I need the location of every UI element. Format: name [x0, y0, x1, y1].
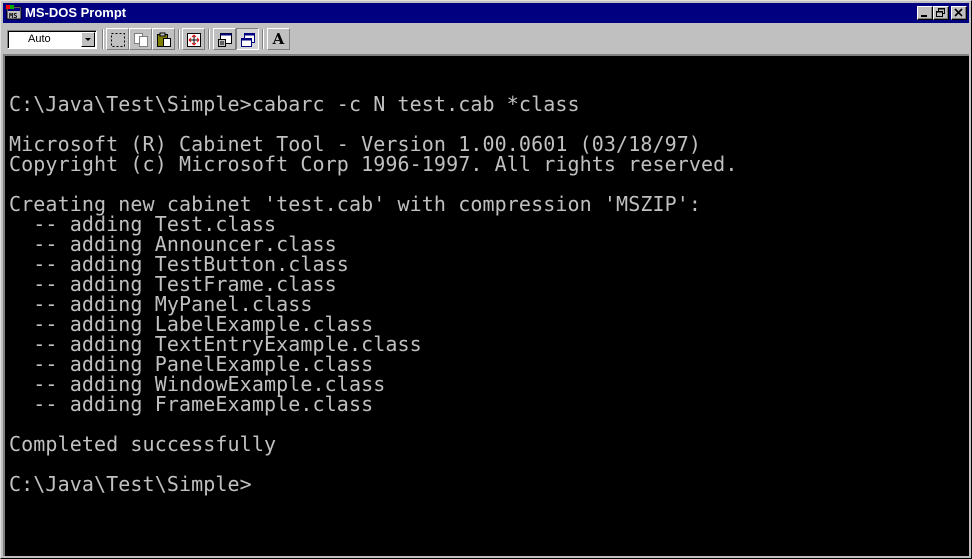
toolbar-separator: [262, 29, 264, 49]
close-icon: [954, 8, 963, 17]
toolbar-separator: [178, 29, 180, 49]
console-line: -- adding WindowExample.class: [9, 372, 386, 396]
console-line: -- adding PanelExample.class: [9, 352, 374, 376]
title-bar[interactable]: MS MS-DOS Prompt: [3, 3, 969, 23]
console-line: -- adding Test.class: [9, 212, 277, 236]
console-line: -- adding TestFrame.class: [9, 272, 337, 296]
fullscreen-icon: [187, 33, 201, 47]
window-title: MS-DOS Prompt: [25, 5, 127, 20]
minimize-icon: [921, 15, 927, 17]
console-lines: C:\Java\Test\Simple>cabarc -c N test.cab…: [9, 74, 737, 494]
fullscreen-tool-button[interactable]: [182, 28, 205, 50]
console-line: -- adding MyPanel.class: [9, 292, 313, 316]
console-line: Microsoft (R) Cabinet Tool - Version 1.0…: [9, 132, 702, 156]
font-icon: A: [272, 30, 285, 48]
font-size-value: Auto: [28, 33, 51, 45]
paste-icon: [157, 32, 171, 47]
console-line: -- adding LabelExample.class: [9, 312, 374, 336]
chevron-down-icon[interactable]: [81, 32, 95, 47]
console-output[interactable]: C:\Java\Test\Simple>cabarc -c N test.cab…: [3, 54, 969, 556]
mark-tool-button[interactable]: [106, 28, 129, 50]
svg-text:MS: MS: [9, 12, 17, 20]
console-line: -- adding FrameExample.class: [9, 392, 374, 416]
console-line: -- adding TestButton.class: [9, 252, 349, 276]
console-line: Creating new cabinet 'test.cab' with com…: [9, 192, 702, 216]
toolbar-separator: [208, 29, 210, 49]
console-line: -- adding TextEntryExample.class: [9, 332, 422, 356]
msdos-icon[interactable]: MS: [6, 5, 22, 21]
restore-icon: [936, 8, 945, 17]
font-size-dropdown[interactable]: Auto: [7, 30, 97, 49]
properties-icon: [218, 33, 232, 47]
background-tool-button[interactable]: [236, 28, 259, 50]
console-line: Copyright (c) Microsoft Corp 1996-1997. …: [9, 152, 738, 176]
console-line: C:\Java\Test\Simple>: [9, 472, 252, 496]
properties-tool-button[interactable]: [213, 28, 236, 50]
copy-icon: [134, 33, 148, 47]
copy-tool-button[interactable]: [129, 28, 152, 50]
toolbar: Auto A: [3, 25, 969, 53]
console-line: -- adding Announcer.class: [9, 232, 337, 256]
restore-button[interactable]: [933, 6, 949, 20]
toolbar-separator: [102, 29, 104, 49]
background-icon: [241, 33, 255, 47]
console-line: Completed successfully: [9, 432, 277, 456]
minimize-button[interactable]: [917, 6, 933, 20]
close-button[interactable]: [951, 6, 967, 20]
paste-tool-button[interactable]: [152, 28, 175, 50]
marquee-icon: [111, 33, 125, 47]
console-line: C:\Java\Test\Simple>cabarc -c N test.cab…: [9, 92, 580, 116]
font-tool-button[interactable]: A: [267, 28, 290, 50]
msdos-window: MS MS-DOS Prompt Auto A C:\Java\Test\Sim…: [0, 0, 972, 559]
